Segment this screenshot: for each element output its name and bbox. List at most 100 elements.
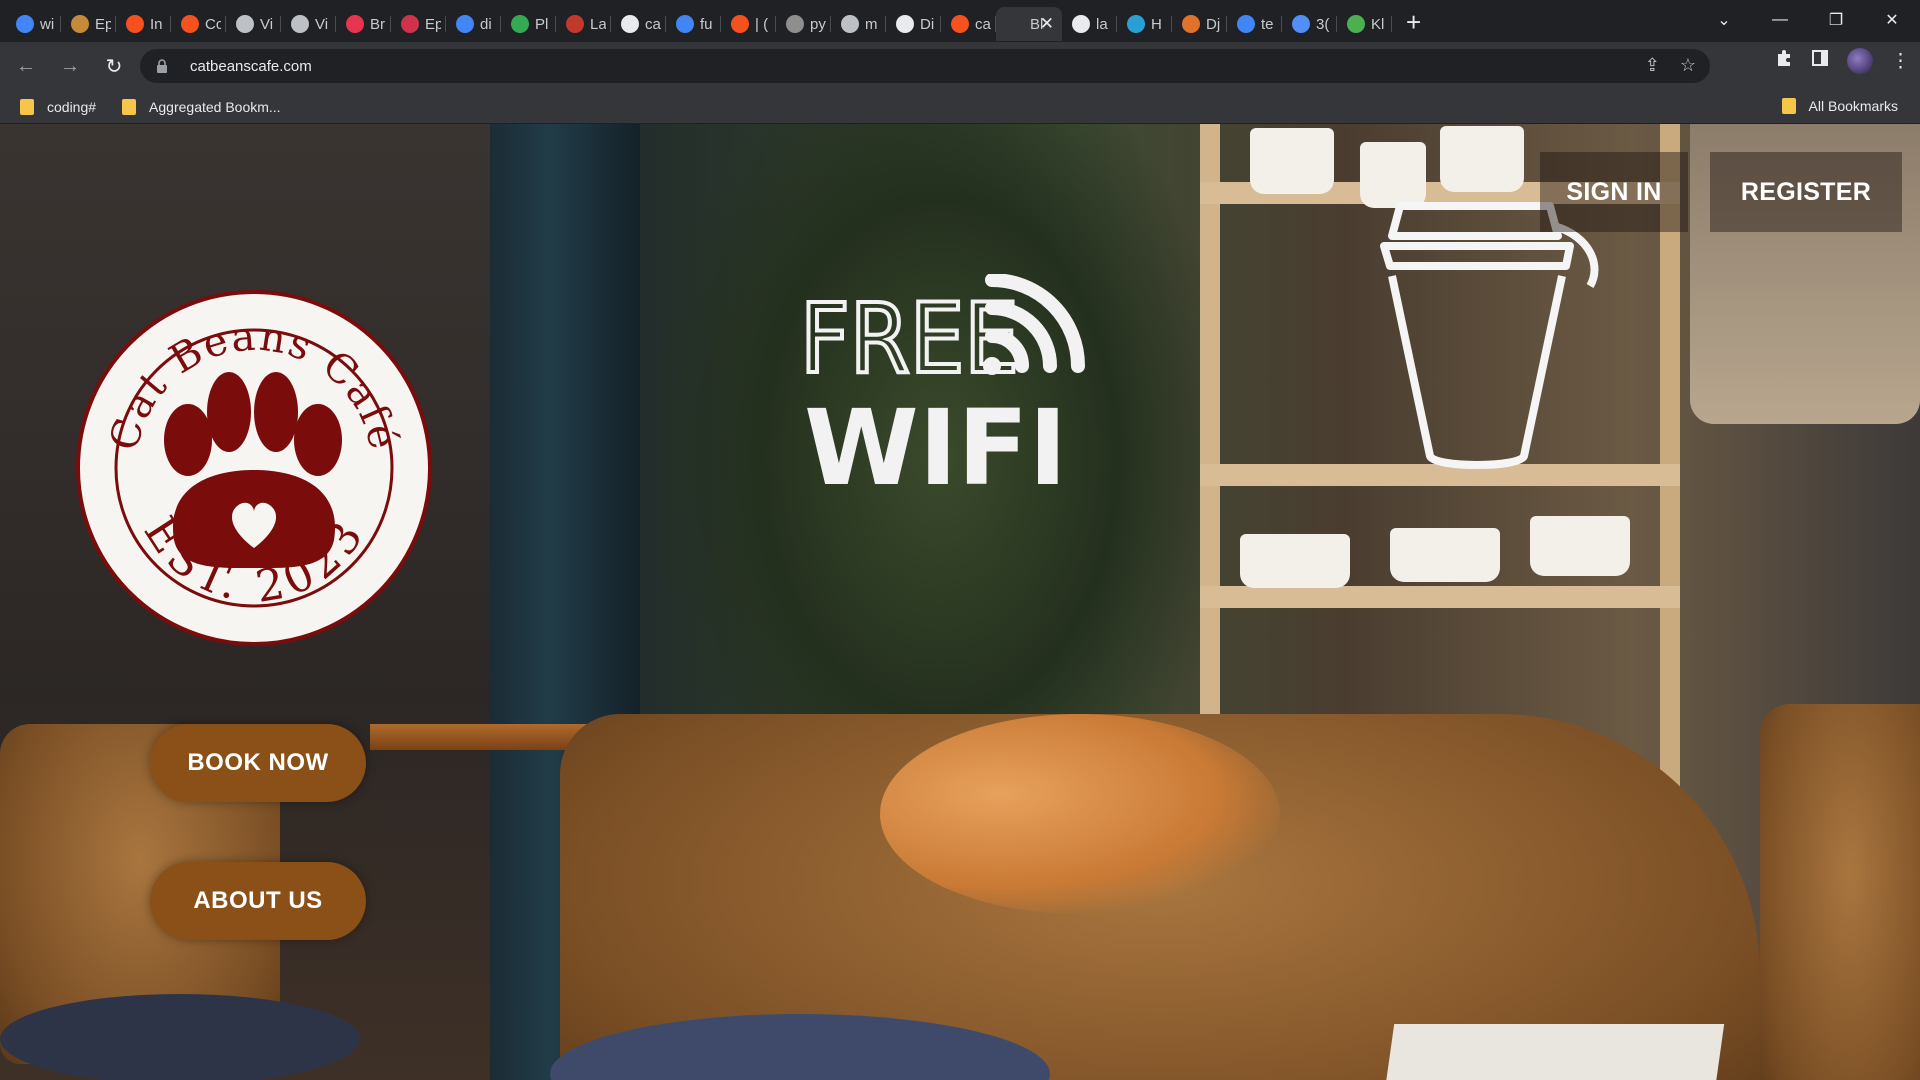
browser-tab[interactable]: Dj [1172,7,1227,41]
bookmark-star-icon[interactable]: ☆ [1680,55,1696,76]
folder-icon [122,98,137,115]
flame-icon [1182,15,1200,33]
cube-icon [1292,15,1310,33]
tab-title: wi [40,15,55,33]
google-icon [456,15,474,33]
circle-icon [786,15,804,33]
minimize-button[interactable]: — [1752,0,1808,40]
tab-title: Cc [205,15,221,33]
tab-title: la [1096,15,1108,33]
book-now-button[interactable]: BOOK NOW [150,724,366,802]
tab-close-icon[interactable]: ✕ [1040,14,1054,34]
background-burlap-cushion [1760,704,1920,1080]
browser-tab[interactable]: Vi [281,7,336,41]
tab-title: In [150,15,163,33]
background-mug [1530,516,1630,576]
browser-tab[interactable]: H [1117,7,1172,41]
tab-title: ca [645,15,661,33]
tab-title: ca [975,15,991,33]
target-icon [841,15,859,33]
browser-tab[interactable]: Ep [391,7,446,41]
about-us-button[interactable]: ABOUT US [150,862,366,940]
address-bar[interactable]: catbeanscafe.com ⇪ ☆ [140,49,1710,83]
drive-icon [511,15,529,33]
forward-button[interactable]: → [52,48,88,84]
tab-title: Dj [1206,15,1221,33]
lock-icon[interactable] [154,58,170,74]
all-bookmarks-label: All Bookmarks [1808,98,1898,114]
register-button[interactable]: REGISTER [1710,152,1902,232]
browser-tab[interactable]: Br [336,7,391,41]
browser-tab[interactable]: La [556,7,611,41]
tab-title: py [810,15,826,33]
restore-button[interactable]: ❐ [1808,0,1864,40]
url-text[interactable]: catbeanscafe.com [190,58,312,75]
tab-title: Ep [425,15,441,33]
cafe-logo[interactable]: Cat Beans Café EST. 2023 [66,290,448,646]
browser-tab[interactable]: py [776,7,831,41]
browser-tab[interactable]: wi [6,7,61,41]
menu-kebab-icon[interactable]: ⋮ [1891,50,1910,73]
tab-title: 3( [1316,15,1330,33]
cafe-logo-emblem: Cat Beans Café EST. 2023 [76,290,432,646]
circle-icon [71,15,89,33]
background-cat [880,714,1280,914]
browser-tab[interactable]: 3( [1282,7,1337,41]
ring-icon [181,15,199,33]
bookmark-folder-coding[interactable]: coding# [20,98,97,115]
wave-icon [1127,15,1145,33]
google-icon [16,15,34,33]
tab-title: di [480,15,492,33]
browser-tab[interactable]: m [831,7,886,41]
tab-title: Di [920,15,935,33]
browser-tab[interactable]: te [1227,7,1282,41]
circle-icon [566,15,584,33]
github-icon [236,15,254,33]
back-button[interactable]: ← [8,48,44,84]
browser-toolbar: ← → ↻ catbeanscafe.com ⇪ ☆ ⋮ [0,42,1920,90]
background-shelf [1200,586,1680,608]
tab-search-chevron-icon[interactable]: ⌄ [1696,0,1752,40]
tab-title: | ( [755,15,769,33]
new-tab-button[interactable]: + [1406,7,1421,38]
browser-tab[interactable]: Bl ✕ [996,7,1062,41]
browser-tab[interactable]: di [446,7,501,41]
background-mug [1390,528,1500,582]
background-mug [1440,126,1524,192]
reload-button[interactable]: ↻ [96,48,132,84]
background-magazine [1385,1024,1725,1080]
share-icon[interactable]: ⇪ [1645,55,1660,76]
sign-in-button[interactable]: SIGN IN [1540,152,1688,232]
browser-tab[interactable]: Vi [226,7,281,41]
github-icon [291,15,309,33]
background-cushion-seat [0,994,360,1080]
browser-tab[interactable]: ca [941,7,996,41]
tab-title: La [590,15,606,33]
tab-title: te [1261,15,1274,33]
side-panel-icon[interactable] [1811,49,1829,73]
browser-tab[interactable]: Ep [61,7,116,41]
browser-tab[interactable]: Cc [171,7,226,41]
profile-avatar[interactable] [1847,48,1873,74]
github-icon [621,15,639,33]
browser-tab[interactable]: In [116,7,171,41]
globe-icon [401,15,419,33]
bookmark-label: coding# [47,98,97,115]
tab-title: fu [700,15,713,33]
all-bookmarks-button[interactable]: All Bookmarks [1781,98,1898,114]
extensions-puzzle-icon[interactable] [1775,49,1793,73]
browser-tab[interactable]: Di [886,7,941,41]
record-icon [346,15,364,33]
browser-tab[interactable]: la [1062,7,1117,41]
browser-tab[interactable]: Pl [501,7,556,41]
browser-tab[interactable]: Kl [1337,7,1392,41]
tab-list: wi Ep In Cc Vi Vi Br Ep di Pl La ca fu | (py m Di ca Bl ✕ l… [6,0,1392,42]
window-close-button[interactable]: ✕ [1864,0,1920,40]
tab-title: Kl [1371,15,1385,33]
leaf-icon [1347,15,1365,33]
browser-tab[interactable]: fu [666,7,721,41]
bookmark-folder-aggregated[interactable]: Aggregated Bookm... [122,98,281,115]
browser-tab[interactable]: | ( [721,7,776,41]
browser-tab[interactable]: ca [611,7,666,41]
wifi-bottom-text: WIFI [804,387,1067,494]
